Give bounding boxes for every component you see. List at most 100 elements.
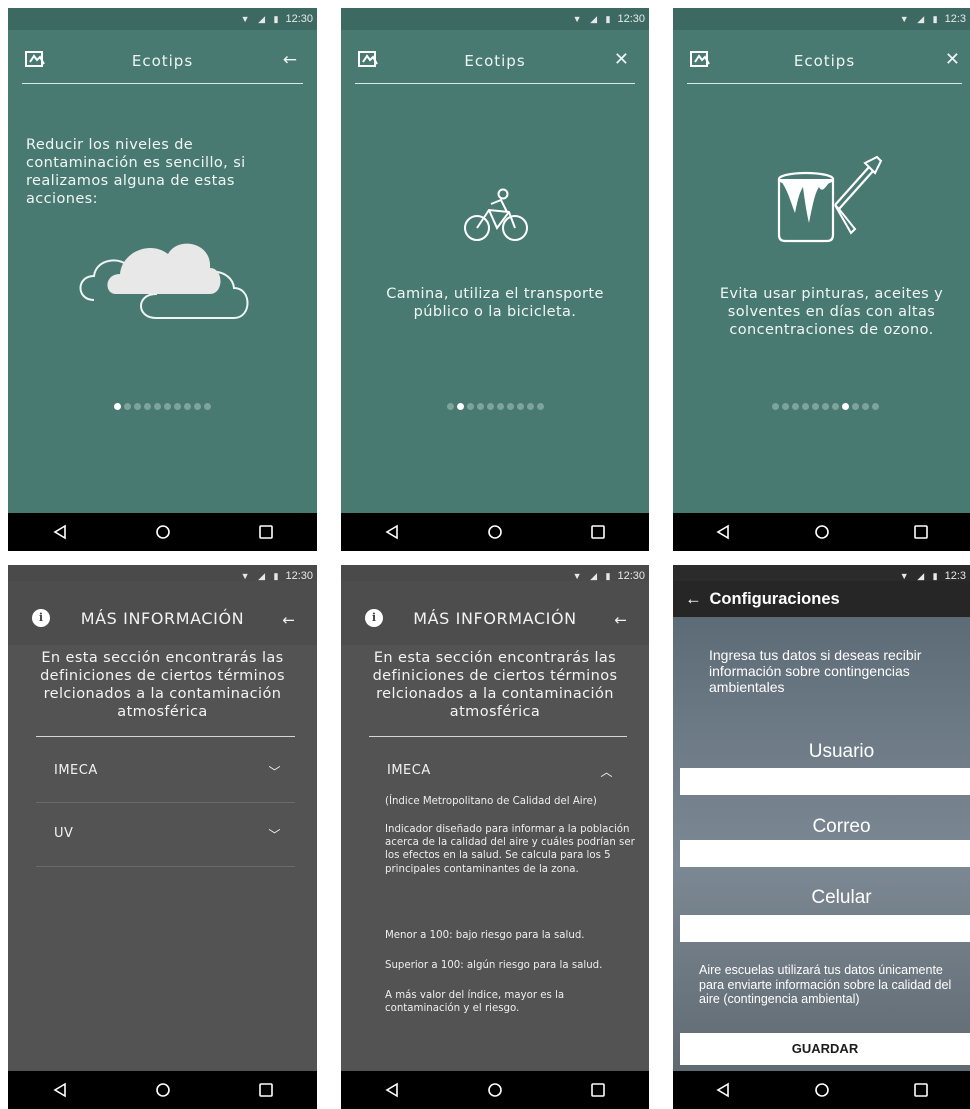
cloud-icon bbox=[79, 243, 249, 319]
user-label: Usuario bbox=[808, 741, 875, 762]
nav-bar bbox=[8, 1071, 317, 1109]
ecotips-screen-3: ▼ ◢ ▮ 12:3 Ecotips ✕ Evita usar pinturas,… bbox=[673, 8, 970, 551]
accordion-uv[interactable]: UV ﹀ bbox=[54, 826, 281, 842]
page-dot[interactable] bbox=[144, 403, 151, 410]
page-dot[interactable] bbox=[536, 403, 544, 410]
back-nav-icon[interactable] bbox=[384, 1082, 400, 1098]
app-bar: Ecotips ✕ bbox=[355, 30, 635, 84]
user-field[interactable] bbox=[680, 768, 970, 795]
page-dot[interactable] bbox=[486, 403, 494, 410]
page-dot[interactable] bbox=[134, 403, 141, 410]
close-icon[interactable]: ✕ bbox=[945, 50, 960, 70]
intro-text: Reducir los niveles de contaminación es … bbox=[26, 137, 246, 207]
chevron-down-icon: ﹀ bbox=[268, 765, 281, 779]
accordion-imeca[interactable]: IMECA ﹀ bbox=[54, 763, 281, 779]
recents-nav-icon[interactable] bbox=[590, 524, 606, 540]
app-bar: Ecotips ✕ bbox=[687, 30, 962, 84]
divider bbox=[36, 866, 295, 867]
page-dot[interactable] bbox=[516, 403, 524, 410]
phone-label: Celular bbox=[811, 887, 872, 908]
page-dot[interactable] bbox=[496, 403, 504, 410]
home-nav-icon[interactable] bbox=[155, 1082, 171, 1098]
page-dot[interactable] bbox=[124, 403, 131, 410]
nav-bar bbox=[8, 513, 317, 551]
recents-nav-icon[interactable] bbox=[258, 1082, 274, 1098]
back-nav-icon[interactable] bbox=[715, 524, 731, 540]
page-dot[interactable] bbox=[852, 403, 859, 410]
page-dots bbox=[673, 403, 970, 410]
accordion-label: IMECA bbox=[54, 763, 98, 778]
back-nav-icon[interactable] bbox=[715, 1082, 731, 1098]
page-dot[interactable] bbox=[154, 403, 161, 410]
app-bar: Ecotips ← bbox=[22, 30, 303, 84]
back-nav-icon[interactable] bbox=[52, 524, 68, 540]
recents-nav-icon[interactable] bbox=[913, 524, 929, 540]
back-nav-icon[interactable] bbox=[52, 1082, 68, 1098]
nav-bar bbox=[341, 513, 649, 551]
page-dot[interactable] bbox=[862, 403, 869, 410]
status-bar: ▼ ◢ ▮ 12:3 bbox=[673, 8, 970, 30]
status-bar: ▼ ◢ ▮ 12:30 bbox=[8, 8, 317, 30]
page-dot[interactable] bbox=[812, 403, 819, 410]
info-screen-collapsed: ▼ ◢ ▮ 12:30 i MÁS INFORMACIÓN ← En esta s… bbox=[8, 565, 317, 1109]
recents-nav-icon[interactable] bbox=[258, 524, 274, 540]
page-dot[interactable] bbox=[164, 403, 171, 410]
page-dot[interactable] bbox=[114, 403, 121, 410]
back-arrow-icon[interactable]: ← bbox=[282, 611, 295, 629]
nav-bar bbox=[673, 1071, 970, 1109]
page-dot[interactable] bbox=[184, 403, 191, 410]
status-time: 12:30 bbox=[617, 13, 645, 25]
home-nav-icon[interactable] bbox=[487, 1082, 503, 1098]
page-dot[interactable] bbox=[526, 403, 534, 410]
page-dot[interactable] bbox=[822, 403, 829, 410]
app-bar: i MÁS INFORMACIÓN ← bbox=[341, 581, 649, 645]
page-dot[interactable] bbox=[446, 403, 454, 410]
back-nav-icon[interactable] bbox=[384, 524, 400, 540]
page-dot[interactable] bbox=[772, 403, 779, 410]
page-dots bbox=[341, 403, 649, 410]
page-title: Configuraciones bbox=[709, 590, 840, 608]
imeca-description: Indicador diseñado para informar a la po… bbox=[385, 824, 635, 875]
page-dot[interactable] bbox=[476, 403, 484, 410]
home-nav-icon[interactable] bbox=[487, 524, 503, 540]
phone-field[interactable] bbox=[680, 915, 970, 942]
email-field[interactable] bbox=[680, 840, 970, 867]
page-title: MÁS INFORMACIÓN bbox=[80, 609, 245, 628]
page-dot[interactable] bbox=[842, 403, 849, 410]
accordion-imeca[interactable]: IMECA ︿ bbox=[387, 763, 613, 779]
page-dot[interactable] bbox=[466, 403, 474, 410]
page-dot[interactable] bbox=[782, 403, 789, 410]
nav-bar bbox=[341, 1071, 649, 1109]
intro-text: Ingresa tus datos si deseas recibir info… bbox=[709, 647, 922, 695]
save-button[interactable]: GUARDAR bbox=[680, 1033, 970, 1065]
chevron-up-icon: ︿ bbox=[600, 765, 613, 779]
back-arrow-icon[interactable]: ← bbox=[283, 50, 297, 70]
page-dot[interactable] bbox=[456, 403, 464, 410]
page-dot[interactable] bbox=[204, 403, 211, 410]
close-icon[interactable]: ✕ bbox=[614, 50, 629, 70]
config-screen: ▼ ◢ ▮ 12:3 ← Configuraciones Ingresa tus d… bbox=[673, 565, 970, 1109]
home-nav-icon[interactable] bbox=[814, 1082, 830, 1098]
page-dot[interactable] bbox=[872, 403, 879, 410]
page-dot[interactable] bbox=[174, 403, 181, 410]
back-arrow-icon[interactable]: ← bbox=[685, 590, 702, 608]
app-bar: ← Configuraciones bbox=[673, 581, 970, 617]
recents-nav-icon[interactable] bbox=[590, 1082, 606, 1098]
home-nav-icon[interactable] bbox=[814, 524, 830, 540]
back-arrow-icon[interactable]: ← bbox=[614, 611, 627, 629]
accordion-label: IMECA bbox=[387, 763, 431, 778]
tip-text: Camina, utiliza el transporte público o … bbox=[386, 286, 604, 320]
page-dots bbox=[8, 403, 317, 410]
divider bbox=[369, 736, 627, 737]
intro-text: En esta sección encontrarás las definici… bbox=[40, 650, 285, 720]
email-label: Correo bbox=[812, 816, 871, 837]
page-dot[interactable] bbox=[194, 403, 201, 410]
home-nav-icon[interactable] bbox=[155, 524, 171, 540]
status-bar: ▼ ◢ ▮ 12:30 bbox=[341, 8, 649, 30]
divider bbox=[36, 736, 295, 737]
page-dot[interactable] bbox=[802, 403, 809, 410]
page-dot[interactable] bbox=[506, 403, 514, 410]
page-dot[interactable] bbox=[832, 403, 839, 410]
page-dot[interactable] bbox=[792, 403, 799, 410]
recents-nav-icon[interactable] bbox=[913, 1082, 929, 1098]
